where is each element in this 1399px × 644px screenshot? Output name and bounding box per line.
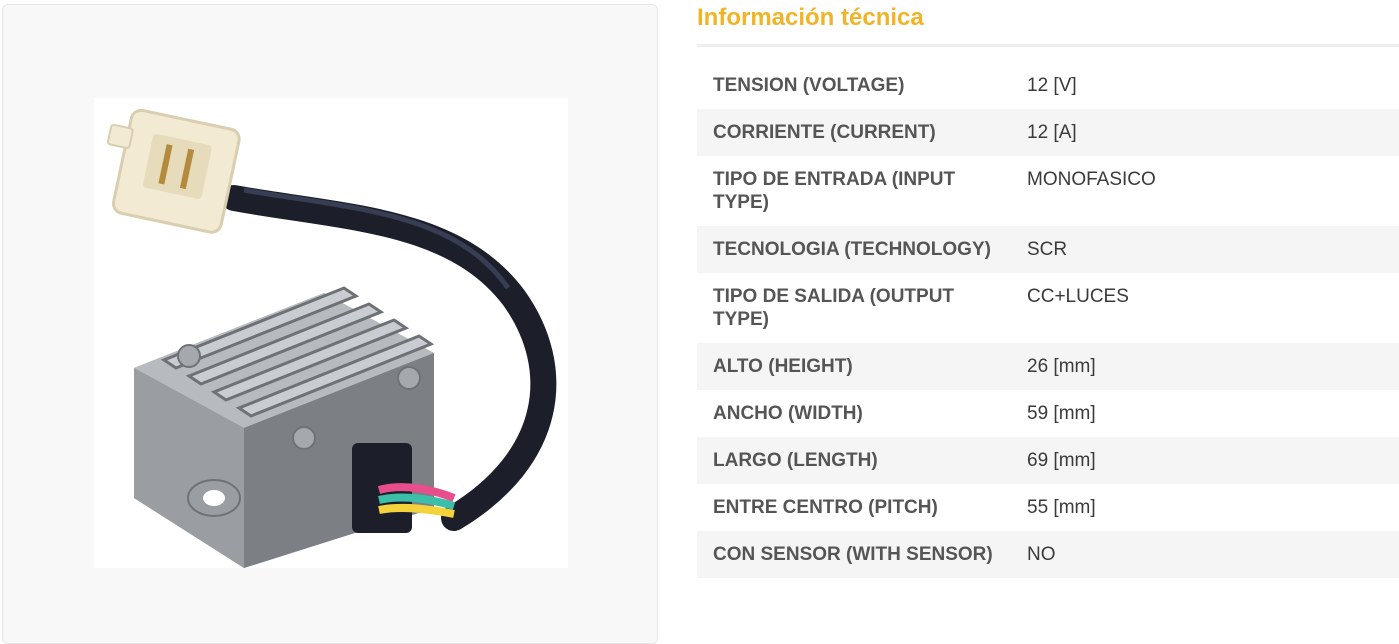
spec-row: ALTO (HEIGHT) 26 [mm]	[697, 343, 1399, 390]
spec-row: TIPO DE SALIDA (OUTPUT TYPE) CC+LUCES	[697, 273, 1399, 343]
spec-row: ANCHO (WIDTH) 59 [mm]	[697, 390, 1399, 437]
spec-row: ENTRE CENTRO (PITCH) 55 [mm]	[697, 484, 1399, 531]
spec-label: TIPO DE SALIDA (OUTPUT TYPE)	[713, 286, 955, 330]
spec-label: LARGO (LENGTH)	[697, 437, 1011, 484]
spec-row: CON SENSOR (WITH SENSOR) NO	[697, 531, 1399, 578]
spec-label: CORRIENTE (CURRENT)	[697, 109, 1011, 156]
spec-label: TECNOLOGIA (TECHNOLOGY)	[697, 226, 1011, 273]
spec-row: TENSION (VOLTAGE) 12 [V]	[697, 62, 1399, 109]
spec-row: LARGO (LENGTH) 69 [mm]	[697, 437, 1399, 484]
spec-label: ANCHO (WIDTH)	[713, 403, 863, 424]
spec-value: 69 [mm]	[1011, 437, 1399, 484]
title-divider	[697, 44, 1399, 47]
spec-label: ALTO (HEIGHT)	[697, 343, 1011, 390]
spec-value: NO	[1011, 531, 1399, 578]
spec-value: 12 [V]	[1027, 75, 1077, 96]
voltage-regulator-icon	[107, 108, 557, 568]
product-image[interactable]	[94, 98, 568, 568]
spec-row: CORRIENTE (CURRENT) 12 [A]	[697, 109, 1399, 156]
section-title: Información técnica	[697, 4, 924, 31]
spec-row: TIPO DE ENTRADA (INPUT TYPE) MONOFASICO	[697, 156, 1399, 226]
spec-label: TENSION (VOLTAGE)	[713, 75, 905, 96]
spec-value: MONOFASICO	[1027, 169, 1156, 190]
spec-label: ENTRE CENTRO (PITCH)	[713, 497, 938, 518]
spec-row: TECNOLOGIA (TECHNOLOGY) SCR	[697, 226, 1399, 273]
spec-value: 55 [mm]	[1027, 497, 1096, 518]
spec-value: SCR	[1011, 226, 1399, 273]
spec-value: 26 [mm]	[1011, 343, 1399, 390]
spec-label: CON SENSOR (WITH SENSOR)	[697, 531, 1011, 578]
product-image-panel	[2, 4, 658, 644]
spec-value: 59 [mm]	[1027, 403, 1096, 424]
spec-label: TIPO DE ENTRADA (INPUT TYPE)	[713, 169, 956, 213]
spec-value: CC+LUCES	[1027, 286, 1129, 307]
spec-value: 12 [A]	[1011, 109, 1399, 156]
spec-table: TENSION (VOLTAGE) 12 [V] CORRIENTE (CURR…	[697, 62, 1399, 578]
